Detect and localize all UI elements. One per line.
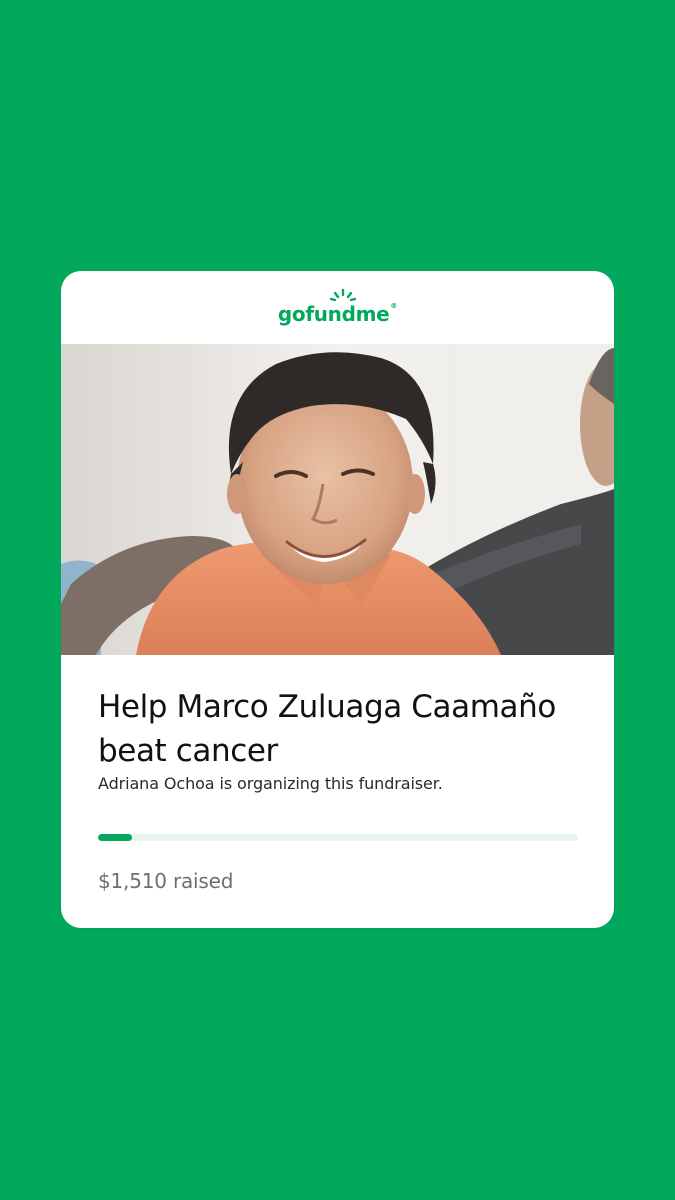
fundraiser-title[interactable]: Help Marco Zuluaga Caamaño beat cancer bbox=[98, 685, 578, 773]
fundraiser-photo-illustration bbox=[61, 344, 614, 655]
gofundme-wordmark: gofundme® bbox=[277, 288, 398, 326]
trademark-symbol: ® bbox=[390, 302, 398, 310]
fundraiser-card[interactable]: gofundme® Help Marco Zuluaga Caamaño bea… bbox=[61, 271, 614, 928]
sun-icon bbox=[330, 288, 357, 302]
page: { "colors": { "background": "#02a95c", "… bbox=[0, 0, 675, 1200]
amount-raised: $1,510 raised bbox=[98, 869, 234, 893]
progress-bar bbox=[98, 834, 578, 841]
fundraiser-photo bbox=[61, 344, 614, 655]
gofundme-logo: gofundme® bbox=[61, 288, 614, 329]
logo-text: gofundme bbox=[277, 302, 390, 326]
organizer-text: Adriana Ochoa is organizing this fundrai… bbox=[98, 774, 443, 793]
progress-bar-fill bbox=[98, 834, 132, 841]
